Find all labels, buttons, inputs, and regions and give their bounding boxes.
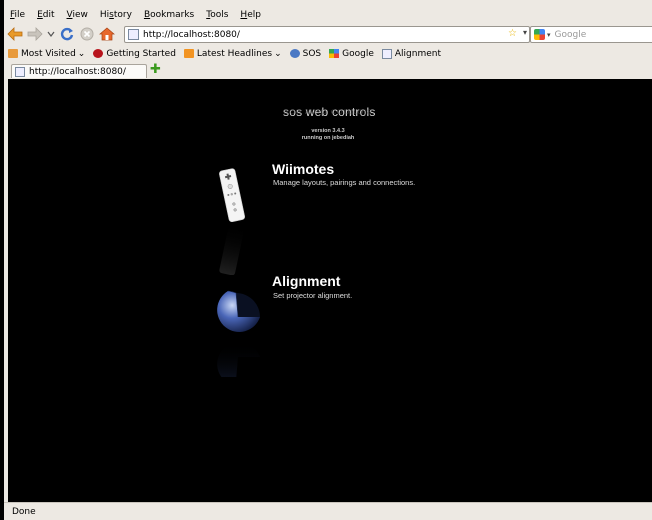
search-bar[interactable]: ▾ Google [530,26,652,43]
status-bar: Done [4,502,652,520]
alignment-link[interactable]: Alignment [272,273,340,289]
bookmark-latest-headlines[interactable]: Latest Headlines ⌄ [180,49,286,59]
stop-button[interactable] [78,25,96,43]
menu-edit[interactable]: Edit [31,8,60,23]
tab-title: http://localhost:8080/ [29,66,126,77]
stop-icon [80,27,94,41]
wiimotes-link[interactable]: Wiimotes [272,161,334,177]
host-text: running on jebediah [301,135,355,141]
version-text: version 3.4.3 [311,128,345,134]
history-dropdown-button[interactable] [46,25,56,43]
bookmarks-toolbar: Most Visited ⌄ Getting Started Latest He… [4,46,652,61]
home-icon [99,27,115,41]
bookmark-google[interactable]: Google [325,49,378,59]
logo-reflection: sos web controls [283,107,373,117]
bookmark-label: SOS [302,48,322,59]
wiimote-icon[interactable] [213,165,253,275]
menu-history[interactable]: History [94,8,138,23]
bookmark-getting-started[interactable]: Getting Started [89,49,180,59]
bookmark-label: Latest Headlines [196,48,273,59]
forward-button[interactable] [26,25,44,43]
search-input[interactable]: Google [555,30,587,40]
bookmark-label: Getting Started [106,48,176,59]
menu-help[interactable]: Help [234,8,267,23]
page-favicon-icon [15,66,25,77]
globe-icon [289,49,300,58]
search-engine-dropdown-icon[interactable]: ▾ [547,31,551,39]
version-info: version 3.4.3 running on jebediah [278,128,378,142]
chevron-down-icon [47,31,55,37]
google-icon[interactable] [534,29,545,40]
tab-strip: http://localhost:8080/ ✚ [4,63,652,78]
web-content: sos web controls sos web controls versio… [8,79,652,502]
url-bar[interactable]: http://localhost:8080/ ☆ ▾ [124,26,530,43]
bookmark-label: Most Visited [21,48,76,59]
bookmark-most-visited[interactable]: Most Visited ⌄ [4,49,89,59]
reload-button[interactable] [58,25,76,43]
firefox-icon [93,49,104,58]
menu-bookmarks[interactable]: Bookmarks [138,8,200,23]
status-text: Done [12,506,36,517]
new-tab-button[interactable]: ✚ [150,63,164,77]
google-icon [329,49,340,58]
menu-bar: File Edit View History Bookmarks Tools H… [4,8,652,23]
wiimotes-description: Manage layouts, pairings and connections… [273,178,416,187]
folder-icon [8,49,18,58]
bookmark-label: Google [342,48,374,59]
forward-arrow-icon [27,27,43,41]
page-favicon-icon [128,29,139,40]
chevron-down-icon: ⌄ [77,48,86,59]
menu-tools[interactable]: Tools [200,8,234,23]
alignment-description: Set projector alignment. [273,291,353,300]
home-button[interactable] [98,25,116,43]
menu-view[interactable]: View [61,8,94,23]
bookmark-alignment[interactable]: Alignment [378,48,445,59]
alignment-sphere-icon[interactable] [202,281,268,377]
rss-icon [183,49,194,58]
url-dropdown-icon[interactable]: ▾ [523,28,527,37]
menu-file[interactable]: File [4,8,31,23]
navigation-toolbar: http://localhost:8080/ ☆ ▾ ▾ Google [4,23,652,45]
back-arrow-icon [7,27,23,41]
page-icon [381,48,392,59]
reload-icon [60,27,74,41]
back-button[interactable] [6,25,24,43]
url-text[interactable]: http://localhost:8080/ [143,30,240,40]
bookmark-sos[interactable]: SOS [286,49,326,59]
bookmark-star-icon[interactable]: ☆ [508,28,517,39]
tab-localhost[interactable]: http://localhost:8080/ [11,64,147,78]
chevron-down-icon: ⌄ [274,48,282,59]
bookmark-label: Alignment [394,48,441,59]
